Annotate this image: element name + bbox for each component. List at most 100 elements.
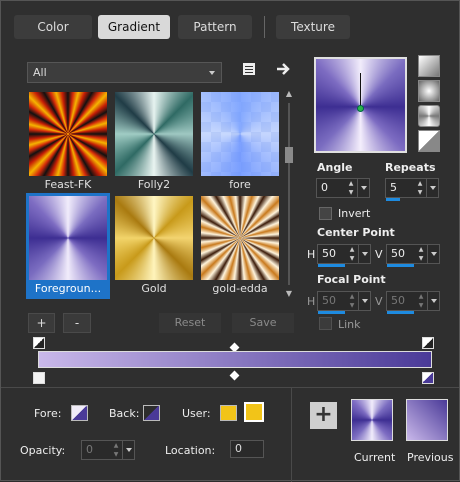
gradient-bar[interactable]: [38, 351, 432, 368]
user-color-picker[interactable]: [244, 402, 264, 422]
center-v-slider[interactable]: [387, 264, 414, 267]
decrement-icon[interactable]: ▼: [111, 450, 121, 459]
decrement-icon[interactable]: ▼: [347, 254, 357, 263]
decrement-icon[interactable]: ▼: [415, 188, 425, 197]
increment-icon[interactable]: ▲: [347, 245, 357, 254]
linear-style-icon[interactable]: [418, 55, 440, 77]
gradient-item[interactable]: gold-edda: [198, 193, 282, 299]
center-h-slider[interactable]: [318, 264, 345, 267]
decrement-icon[interactable]: ▼: [346, 188, 356, 197]
dropdown-icon[interactable]: [358, 245, 370, 263]
link-checkbox[interactable]: [319, 317, 332, 330]
decrement-icon[interactable]: ▼: [347, 301, 357, 310]
repeats-slider[interactable]: [386, 198, 400, 201]
decrement-icon[interactable]: ▼: [416, 254, 426, 263]
increment-icon[interactable]: ▲: [111, 441, 121, 450]
focal-v-slider[interactable]: [387, 311, 414, 314]
rectangular-style-icon[interactable]: [418, 130, 440, 152]
location-label: Location:: [165, 444, 216, 457]
end-stop-marker[interactable]: [422, 337, 434, 349]
user-label: User:: [182, 407, 211, 420]
library-scrollbar[interactable]: ▲ ▼: [283, 89, 295, 299]
start-stop-marker[interactable]: [33, 337, 45, 349]
gradient-item-selected[interactable]: Foregroun...: [26, 193, 110, 299]
dropdown-icon[interactable]: [427, 292, 439, 310]
center-h-input[interactable]: 50 ▲ ▼: [317, 244, 371, 267]
focal-point-label: Focal Point: [317, 273, 386, 286]
color-stop-start[interactable]: [33, 372, 45, 384]
gradient-thumbnail: [29, 92, 107, 176]
tab-pattern[interactable]: Pattern: [178, 15, 252, 39]
dropdown-icon[interactable]: [427, 245, 439, 263]
focal-v-value: 50: [391, 294, 405, 307]
gradient-thumbnail: [115, 92, 193, 176]
user-swatch[interactable]: [220, 405, 237, 421]
sunburst-style-icon[interactable]: [418, 105, 440, 127]
invert-label: Invert: [338, 207, 371, 220]
gradient-label: Feast-FK: [44, 178, 92, 191]
previous-material-swatch[interactable]: [406, 399, 448, 441]
focal-h-input[interactable]: 50 ▲ ▼: [317, 291, 371, 314]
gradient-item[interactable]: Gold: [112, 193, 196, 299]
angle-line: [360, 73, 361, 109]
current-material-swatch[interactable]: [351, 399, 393, 441]
gradient-thumbnail: [29, 196, 107, 280]
angle-label: Angle: [317, 161, 353, 174]
previous-label: Previous: [407, 451, 454, 464]
chevron-down-icon: [209, 71, 215, 75]
add-gradient-button[interactable]: +: [28, 313, 55, 333]
opacity-input[interactable]: 0 ▲ ▼: [81, 440, 135, 460]
gradient-preview[interactable]: [314, 57, 407, 153]
library-menu-icon[interactable]: [240, 61, 258, 79]
reset-button[interactable]: Reset: [159, 313, 221, 333]
focal-v-label: V: [375, 295, 383, 308]
repeats-input[interactable]: 5 ▲ ▼: [385, 178, 439, 201]
back-label: Back:: [109, 407, 140, 420]
scrollbar-track[interactable]: [288, 103, 290, 285]
material-properties-dialog: Color Gradient Pattern Texture All Feast…: [0, 0, 460, 482]
arrow-right-icon[interactable]: [274, 61, 292, 79]
dropdown-icon[interactable]: [426, 179, 438, 197]
gradient-item[interactable]: Feast-FK: [26, 89, 110, 195]
focal-v-input[interactable]: 50 ▲ ▼: [386, 291, 440, 314]
remove-gradient-button[interactable]: -: [63, 313, 91, 333]
add-to-swatches-button[interactable]: +: [310, 402, 337, 429]
increment-icon[interactable]: ▲: [416, 292, 426, 301]
opacity-label: Opacity:: [20, 444, 66, 457]
back-swatch[interactable]: [143, 405, 160, 421]
increment-icon[interactable]: ▲: [347, 292, 357, 301]
center-v-value: 50: [391, 247, 405, 260]
gradient-item[interactable]: fore: [198, 89, 282, 195]
repeats-value: 5: [390, 181, 397, 194]
angle-value: 0: [321, 181, 328, 194]
save-button[interactable]: Save: [232, 313, 294, 333]
tab-color[interactable]: Color: [14, 15, 92, 39]
radial-style-icon[interactable]: [418, 80, 440, 102]
focal-h-slider[interactable]: [318, 311, 345, 314]
angle-input[interactable]: 0 ▲ ▼: [316, 178, 370, 198]
fore-swatch[interactable]: [71, 405, 88, 421]
scrollbar-thumb[interactable]: [285, 147, 293, 163]
dropdown-icon[interactable]: [357, 179, 369, 197]
gradient-label: Gold: [141, 282, 167, 295]
category-dropdown[interactable]: All: [27, 62, 222, 83]
dropdown-icon[interactable]: [122, 441, 134, 459]
tab-texture[interactable]: Texture: [276, 15, 350, 39]
color-stop-end[interactable]: [422, 372, 434, 384]
center-v-input[interactable]: 50 ▲ ▼: [386, 244, 440, 267]
gradient-library-grid: Feast-FK Folly2 fore Foregroun... Gold g…: [26, 89, 282, 299]
increment-icon[interactable]: ▲: [416, 245, 426, 254]
tab-gradient[interactable]: Gradient: [98, 15, 170, 39]
chevron-up-icon[interactable]: ▲: [283, 89, 295, 99]
center-point-handle[interactable]: [357, 105, 364, 112]
decrement-icon[interactable]: ▼: [416, 301, 426, 310]
increment-icon[interactable]: ▲: [415, 179, 425, 188]
center-v-label: V: [375, 248, 383, 261]
chevron-down-icon[interactable]: ▼: [283, 289, 295, 299]
gradient-item[interactable]: Folly2: [112, 89, 196, 195]
increment-icon[interactable]: ▲: [346, 179, 356, 188]
invert-checkbox[interactable]: [319, 207, 332, 220]
dropdown-icon[interactable]: [358, 292, 370, 310]
location-input[interactable]: 0: [230, 440, 264, 458]
color-midpoint-handle[interactable]: [229, 370, 240, 381]
